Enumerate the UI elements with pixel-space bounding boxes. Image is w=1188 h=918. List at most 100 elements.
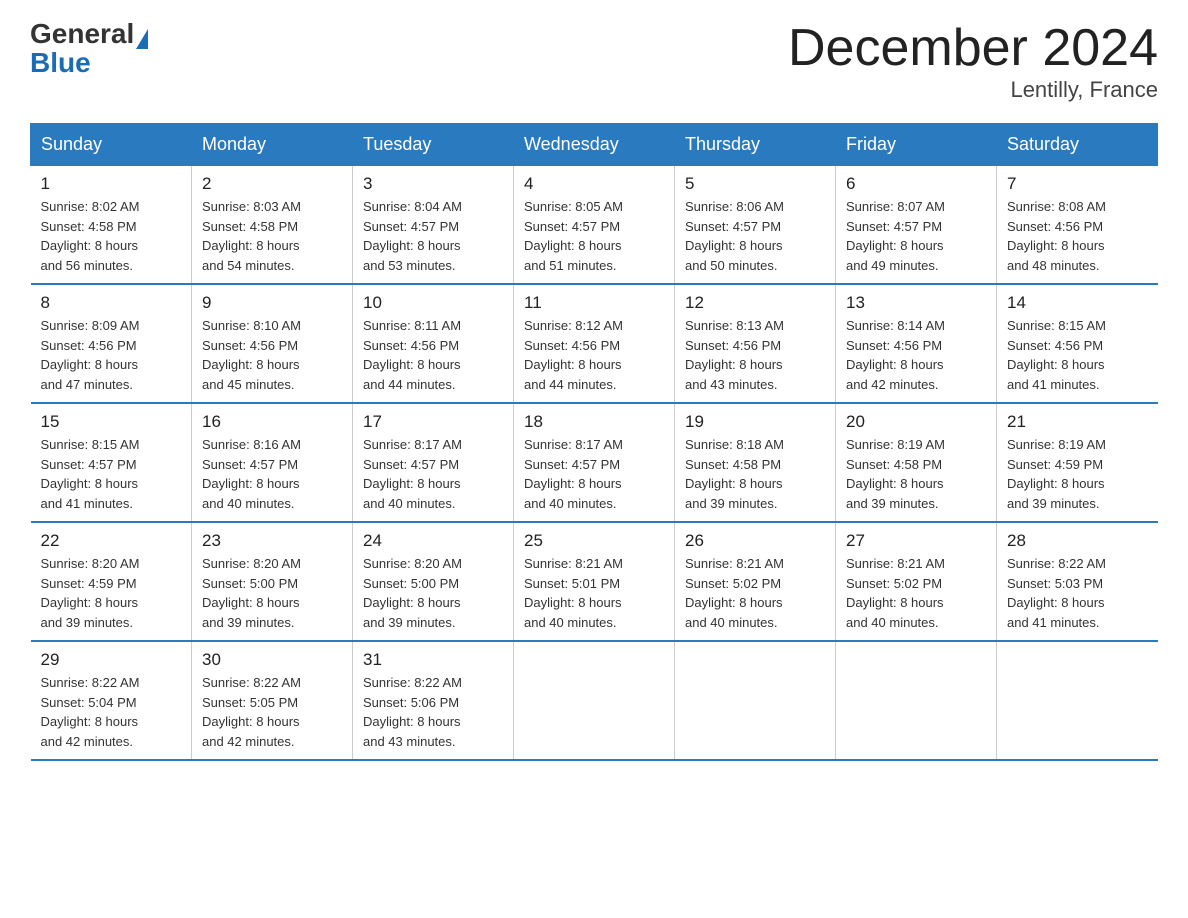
calendar-cell: 27 Sunrise: 8:21 AMSunset: 5:02 PMDaylig… <box>836 522 997 641</box>
day-info: Sunrise: 8:18 AMSunset: 4:58 PMDaylight:… <box>685 435 825 513</box>
day-info: Sunrise: 8:15 AMSunset: 4:57 PMDaylight:… <box>41 435 182 513</box>
day-number: 6 <box>846 174 986 194</box>
page-title: December 2024 <box>788 20 1158 77</box>
title-block: December 2024 Lentilly, France <box>788 20 1158 103</box>
calendar-cell: 12 Sunrise: 8:13 AMSunset: 4:56 PMDaylig… <box>675 284 836 403</box>
day-number: 27 <box>846 531 986 551</box>
day-number: 8 <box>41 293 182 313</box>
calendar-table: SundayMondayTuesdayWednesdayThursdayFrid… <box>30 123 1158 761</box>
day-info: Sunrise: 8:02 AMSunset: 4:58 PMDaylight:… <box>41 197 182 275</box>
calendar-cell: 10 Sunrise: 8:11 AMSunset: 4:56 PMDaylig… <box>353 284 514 403</box>
day-info: Sunrise: 8:13 AMSunset: 4:56 PMDaylight:… <box>685 316 825 394</box>
day-info: Sunrise: 8:14 AMSunset: 4:56 PMDaylight:… <box>846 316 986 394</box>
day-number: 26 <box>685 531 825 551</box>
day-number: 21 <box>1007 412 1148 432</box>
calendar-week-row: 22 Sunrise: 8:20 AMSunset: 4:59 PMDaylig… <box>31 522 1158 641</box>
day-number: 11 <box>524 293 664 313</box>
day-info: Sunrise: 8:19 AMSunset: 4:59 PMDaylight:… <box>1007 435 1148 513</box>
day-info: Sunrise: 8:10 AMSunset: 4:56 PMDaylight:… <box>202 316 342 394</box>
day-number: 13 <box>846 293 986 313</box>
calendar-week-row: 8 Sunrise: 8:09 AMSunset: 4:56 PMDayligh… <box>31 284 1158 403</box>
calendar-week-row: 1 Sunrise: 8:02 AMSunset: 4:58 PMDayligh… <box>31 166 1158 285</box>
calendar-cell <box>675 641 836 760</box>
day-info: Sunrise: 8:04 AMSunset: 4:57 PMDaylight:… <box>363 197 503 275</box>
day-info: Sunrise: 8:20 AMSunset: 5:00 PMDaylight:… <box>363 554 503 632</box>
calendar-cell: 3 Sunrise: 8:04 AMSunset: 4:57 PMDayligh… <box>353 166 514 285</box>
logo-triangle-icon <box>136 29 148 49</box>
logo-general-row: General <box>30 20 148 49</box>
day-info: Sunrise: 8:22 AMSunset: 5:03 PMDaylight:… <box>1007 554 1148 632</box>
calendar-cell: 8 Sunrise: 8:09 AMSunset: 4:56 PMDayligh… <box>31 284 192 403</box>
day-number: 24 <box>363 531 503 551</box>
calendar-cell: 30 Sunrise: 8:22 AMSunset: 5:05 PMDaylig… <box>192 641 353 760</box>
calendar-header-monday: Monday <box>192 124 353 166</box>
calendar-cell: 11 Sunrise: 8:12 AMSunset: 4:56 PMDaylig… <box>514 284 675 403</box>
day-number: 4 <box>524 174 664 194</box>
calendar-cell: 13 Sunrise: 8:14 AMSunset: 4:56 PMDaylig… <box>836 284 997 403</box>
calendar-cell: 5 Sunrise: 8:06 AMSunset: 4:57 PMDayligh… <box>675 166 836 285</box>
calendar-cell: 1 Sunrise: 8:02 AMSunset: 4:58 PMDayligh… <box>31 166 192 285</box>
calendar-cell: 25 Sunrise: 8:21 AMSunset: 5:01 PMDaylig… <box>514 522 675 641</box>
calendar-cell <box>836 641 997 760</box>
day-info: Sunrise: 8:17 AMSunset: 4:57 PMDaylight:… <box>524 435 664 513</box>
calendar-cell: 19 Sunrise: 8:18 AMSunset: 4:58 PMDaylig… <box>675 403 836 522</box>
calendar-header-sunday: Sunday <box>31 124 192 166</box>
day-info: Sunrise: 8:21 AMSunset: 5:02 PMDaylight:… <box>846 554 986 632</box>
day-info: Sunrise: 8:22 AMSunset: 5:05 PMDaylight:… <box>202 673 342 751</box>
logo-blue-text: Blue <box>30 47 91 78</box>
calendar-header-thursday: Thursday <box>675 124 836 166</box>
day-info: Sunrise: 8:05 AMSunset: 4:57 PMDaylight:… <box>524 197 664 275</box>
day-number: 30 <box>202 650 342 670</box>
day-info: Sunrise: 8:20 AMSunset: 5:00 PMDaylight:… <box>202 554 342 632</box>
day-number: 25 <box>524 531 664 551</box>
calendar-cell: 4 Sunrise: 8:05 AMSunset: 4:57 PMDayligh… <box>514 166 675 285</box>
calendar-cell: 18 Sunrise: 8:17 AMSunset: 4:57 PMDaylig… <box>514 403 675 522</box>
day-number: 19 <box>685 412 825 432</box>
day-number: 9 <box>202 293 342 313</box>
calendar-cell: 2 Sunrise: 8:03 AMSunset: 4:58 PMDayligh… <box>192 166 353 285</box>
day-number: 10 <box>363 293 503 313</box>
day-number: 18 <box>524 412 664 432</box>
day-info: Sunrise: 8:06 AMSunset: 4:57 PMDaylight:… <box>685 197 825 275</box>
calendar-header-wednesday: Wednesday <box>514 124 675 166</box>
day-info: Sunrise: 8:16 AMSunset: 4:57 PMDaylight:… <box>202 435 342 513</box>
calendar-cell: 17 Sunrise: 8:17 AMSunset: 4:57 PMDaylig… <box>353 403 514 522</box>
day-info: Sunrise: 8:12 AMSunset: 4:56 PMDaylight:… <box>524 316 664 394</box>
calendar-cell <box>997 641 1158 760</box>
calendar-cell: 14 Sunrise: 8:15 AMSunset: 4:56 PMDaylig… <box>997 284 1158 403</box>
calendar-cell: 16 Sunrise: 8:16 AMSunset: 4:57 PMDaylig… <box>192 403 353 522</box>
calendar-cell: 23 Sunrise: 8:20 AMSunset: 5:00 PMDaylig… <box>192 522 353 641</box>
calendar-week-row: 15 Sunrise: 8:15 AMSunset: 4:57 PMDaylig… <box>31 403 1158 522</box>
calendar-cell: 28 Sunrise: 8:22 AMSunset: 5:03 PMDaylig… <box>997 522 1158 641</box>
calendar-cell: 31 Sunrise: 8:22 AMSunset: 5:06 PMDaylig… <box>353 641 514 760</box>
calendar-cell: 26 Sunrise: 8:21 AMSunset: 5:02 PMDaylig… <box>675 522 836 641</box>
day-number: 3 <box>363 174 503 194</box>
day-info: Sunrise: 8:11 AMSunset: 4:56 PMDaylight:… <box>363 316 503 394</box>
calendar-cell: 6 Sunrise: 8:07 AMSunset: 4:57 PMDayligh… <box>836 166 997 285</box>
calendar-cell: 9 Sunrise: 8:10 AMSunset: 4:56 PMDayligh… <box>192 284 353 403</box>
day-number: 14 <box>1007 293 1148 313</box>
day-info: Sunrise: 8:21 AMSunset: 5:01 PMDaylight:… <box>524 554 664 632</box>
logo-general-text: General <box>30 18 134 49</box>
day-info: Sunrise: 8:17 AMSunset: 4:57 PMDaylight:… <box>363 435 503 513</box>
day-number: 20 <box>846 412 986 432</box>
page-header: General Blue December 2024 Lentilly, Fra… <box>30 20 1158 103</box>
day-number: 16 <box>202 412 342 432</box>
day-info: Sunrise: 8:22 AMSunset: 5:04 PMDaylight:… <box>41 673 182 751</box>
day-number: 1 <box>41 174 182 194</box>
calendar-cell: 29 Sunrise: 8:22 AMSunset: 5:04 PMDaylig… <box>31 641 192 760</box>
day-info: Sunrise: 8:08 AMSunset: 4:56 PMDaylight:… <box>1007 197 1148 275</box>
day-number: 7 <box>1007 174 1148 194</box>
day-info: Sunrise: 8:09 AMSunset: 4:56 PMDaylight:… <box>41 316 182 394</box>
day-number: 17 <box>363 412 503 432</box>
calendar-cell: 20 Sunrise: 8:19 AMSunset: 4:58 PMDaylig… <box>836 403 997 522</box>
day-number: 28 <box>1007 531 1148 551</box>
calendar-header-friday: Friday <box>836 124 997 166</box>
calendar-cell <box>514 641 675 760</box>
calendar-cell: 15 Sunrise: 8:15 AMSunset: 4:57 PMDaylig… <box>31 403 192 522</box>
calendar-header-saturday: Saturday <box>997 124 1158 166</box>
page-subtitle: Lentilly, France <box>788 77 1158 103</box>
calendar-cell: 24 Sunrise: 8:20 AMSunset: 5:00 PMDaylig… <box>353 522 514 641</box>
day-info: Sunrise: 8:03 AMSunset: 4:58 PMDaylight:… <box>202 197 342 275</box>
logo: General Blue <box>30 20 148 77</box>
